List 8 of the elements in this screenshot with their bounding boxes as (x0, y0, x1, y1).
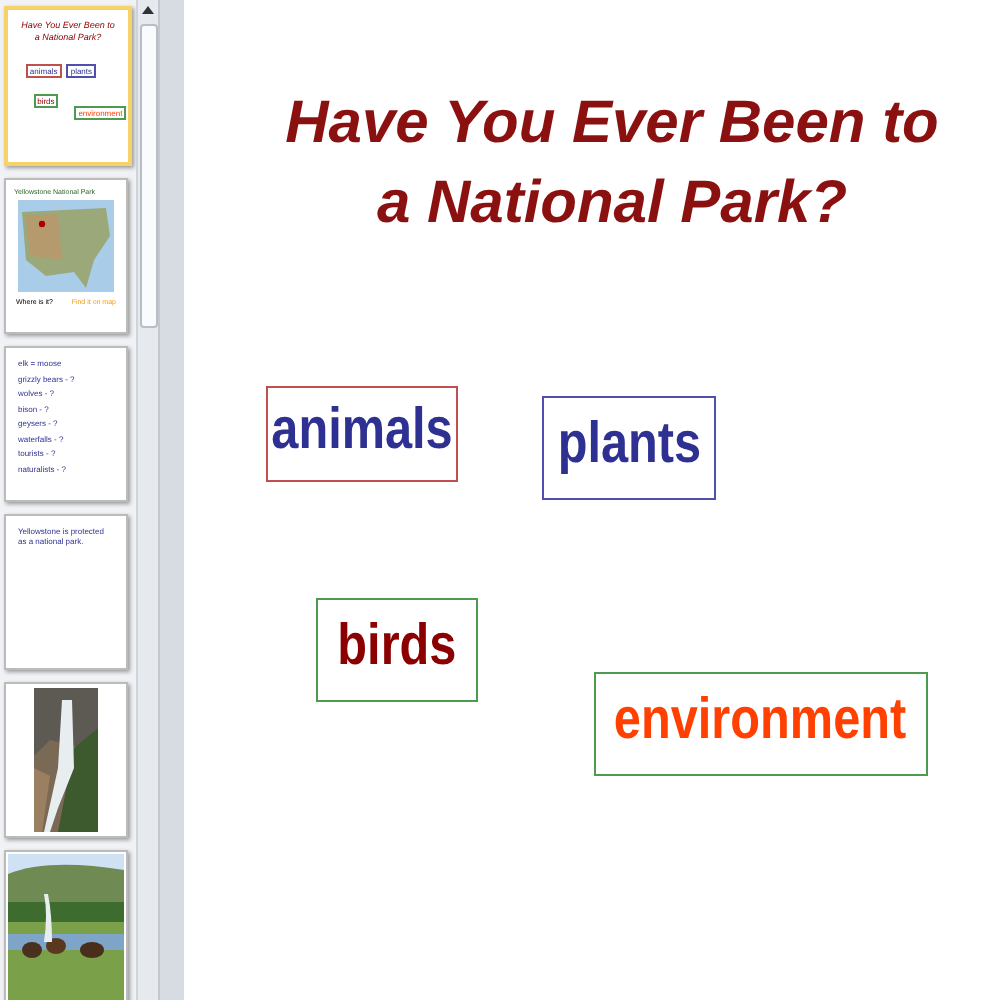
scrollbar-thumb[interactable] (140, 24, 158, 328)
slide-title: Have You Ever Been to a National Park? (283, 88, 941, 240)
word-label: animals (271, 398, 453, 462)
scroll-up-icon[interactable] (140, 4, 156, 16)
word-label: environment (614, 688, 908, 752)
slide-thumbnail[interactable] (4, 682, 128, 838)
word-label: birds (337, 614, 457, 678)
word-label: plants (557, 412, 701, 476)
